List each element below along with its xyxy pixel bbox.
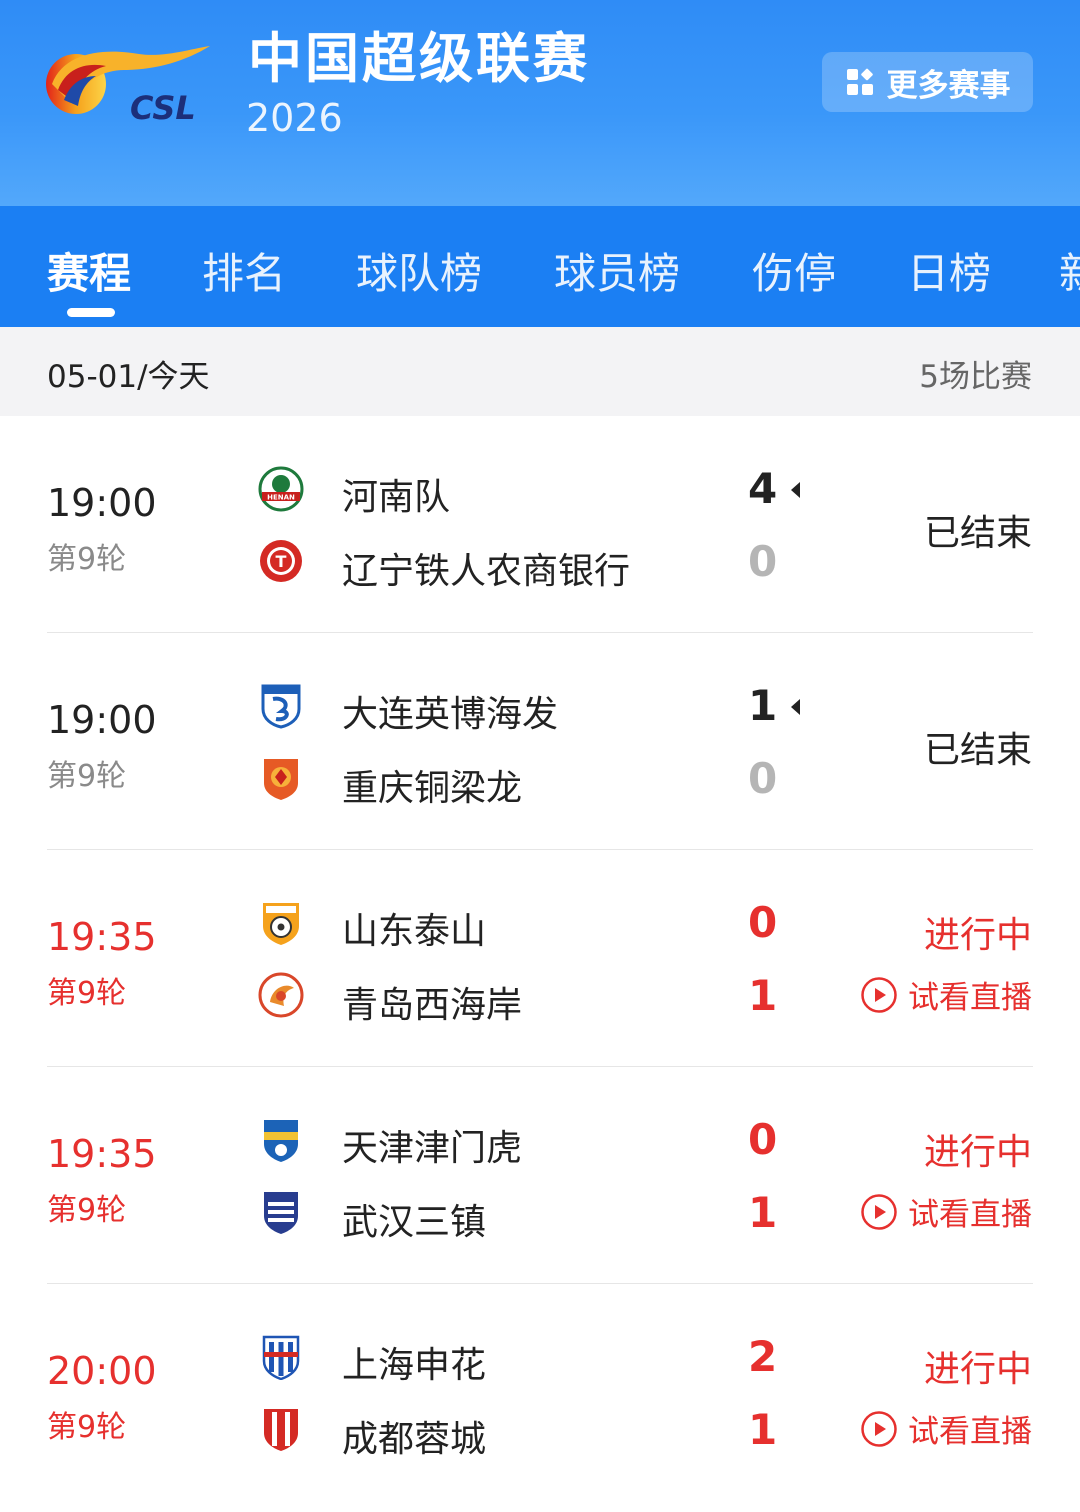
match-time: 20:00 bbox=[47, 1349, 157, 1393]
home-team-name: 天津津门虎 bbox=[342, 1128, 523, 1169]
away-team-name: 青岛西海岸 bbox=[342, 985, 523, 1026]
csl-logo-icon: CSL bbox=[46, 46, 210, 126]
winner-arrow-icon bbox=[791, 699, 800, 715]
home-score: 0 bbox=[748, 898, 778, 947]
match-time: 19:00 bbox=[47, 698, 157, 742]
liaoning-badge-icon: T bbox=[260, 540, 302, 582]
tab-ranking[interactable]: 排名 bbox=[202, 240, 286, 301]
away-score: 1 bbox=[748, 1405, 778, 1454]
watch-live-button[interactable]: 试看直播 bbox=[860, 972, 1032, 1017]
away-score: 1 bbox=[748, 971, 778, 1020]
away-team-name: 辽宁铁人农商银行 bbox=[342, 551, 631, 592]
winner-arrow-icon bbox=[791, 482, 800, 498]
match-row[interactable]: 19:00 第9轮 大连英博海发 重庆铜梁龙 1 0 已结束 bbox=[0, 633, 1080, 850]
away-team-name: 武汉三镇 bbox=[342, 1202, 487, 1243]
match-row[interactable]: 19:00 第9轮 HENAN T 河南队 辽宁铁人农商银行 4 0 已结束 bbox=[0, 416, 1080, 633]
active-tab-indicator bbox=[67, 308, 115, 317]
home-score: 0 bbox=[748, 1115, 778, 1164]
more-competitions-button[interactable]: 更多赛事 bbox=[822, 52, 1033, 112]
away-score: 0 bbox=[748, 754, 778, 803]
match-status: 已结束 bbox=[923, 730, 1032, 771]
more-competitions-label: 更多赛事 bbox=[886, 67, 1011, 104]
match-round: 第9轮 bbox=[47, 976, 127, 1011]
tab-injuries[interactable]: 伤停 bbox=[752, 240, 836, 301]
wuhan-badge-icon bbox=[264, 1192, 298, 1234]
away-team-name: 成都蓉城 bbox=[342, 1419, 487, 1460]
qingdao-badge-icon bbox=[258, 972, 304, 1018]
svg-text:HENAN: HENAN bbox=[267, 494, 295, 502]
match-row[interactable]: 20:00 第9轮 上海申花 成都蓉城 2 1 进行中 试看直播 bbox=[0, 1284, 1080, 1501]
match-count: 5场比赛 bbox=[919, 359, 1032, 395]
svg-text:T: T bbox=[276, 552, 287, 571]
watch-live-button[interactable]: 试看直播 bbox=[860, 1406, 1032, 1451]
match-row[interactable]: 19:35 第9轮 天津津门虎 武汉三镇 0 1 进行中 试看直播 bbox=[0, 1067, 1080, 1284]
match-round: 第9轮 bbox=[47, 1193, 127, 1228]
match-round: 第9轮 bbox=[47, 542, 127, 577]
tab-news[interactable]: 新 bbox=[1059, 240, 1080, 301]
home-score: 4 bbox=[748, 464, 778, 513]
match-time: 19:00 bbox=[47, 481, 157, 525]
tianjin-badge-icon bbox=[264, 1120, 298, 1162]
chengdu-badge-icon bbox=[264, 1409, 298, 1451]
play-circle-icon bbox=[861, 1193, 897, 1230]
home-team-name: 大连英博海发 bbox=[342, 694, 559, 735]
match-status: 进行中 bbox=[923, 1349, 1032, 1390]
watch-live-label: 试看直播 bbox=[908, 980, 1032, 1016]
tab-schedule[interactable]: 赛程 bbox=[47, 240, 131, 301]
watch-live-button[interactable]: 试看直播 bbox=[860, 1189, 1032, 1234]
play-circle-icon bbox=[861, 976, 897, 1013]
home-score: 2 bbox=[748, 1332, 778, 1381]
away-score: 1 bbox=[748, 1188, 778, 1237]
date-bar: 05-01/今天 5场比赛 bbox=[0, 327, 1080, 416]
home-team-name: 山东泰山 bbox=[342, 911, 487, 952]
tab-player-stats[interactable]: 球员榜 bbox=[554, 240, 680, 301]
match-time: 19:35 bbox=[47, 1132, 157, 1176]
shanghai-badge-icon bbox=[262, 1335, 300, 1380]
play-circle-icon bbox=[861, 1410, 897, 1447]
match-date: 05-01/今天 bbox=[47, 359, 210, 395]
dalian-badge-icon bbox=[261, 684, 301, 729]
grid-icon bbox=[846, 68, 873, 95]
league-header: CSL 中国超级联赛 2026 更多赛事 bbox=[0, 0, 1080, 206]
match-round: 第9轮 bbox=[47, 1410, 127, 1445]
tab-daily-ranking[interactable]: 日榜 bbox=[907, 240, 991, 301]
henan-badge-icon: HENAN bbox=[258, 466, 304, 512]
tab-bar: 赛程 排名 球队榜 球员榜 伤停 日榜 新 bbox=[0, 206, 1080, 327]
match-round: 第9轮 bbox=[47, 759, 127, 794]
match-row[interactable]: 19:35 第9轮 山东泰山 青岛西海岸 0 1 进行中 试看直播 bbox=[0, 850, 1080, 1067]
home-score: 1 bbox=[748, 681, 778, 730]
away-score: 0 bbox=[748, 537, 778, 586]
svg-text:CSL: CSL bbox=[130, 89, 196, 126]
chongqing-badge-icon bbox=[264, 759, 298, 800]
league-title: 中国超级联赛 bbox=[248, 27, 590, 90]
shandong-badge-icon bbox=[263, 903, 299, 945]
match-time: 19:35 bbox=[47, 915, 157, 959]
watch-live-label: 试看直播 bbox=[908, 1414, 1032, 1450]
match-status: 已结束 bbox=[923, 513, 1032, 554]
watch-live-label: 试看直播 bbox=[908, 1197, 1032, 1233]
away-team-name: 重庆铜梁龙 bbox=[342, 768, 523, 809]
match-status: 进行中 bbox=[923, 915, 1032, 956]
tab-team-stats[interactable]: 球队榜 bbox=[356, 240, 482, 301]
home-team-name: 河南队 bbox=[342, 477, 451, 518]
match-status: 进行中 bbox=[923, 1132, 1032, 1173]
home-team-name: 上海申花 bbox=[342, 1345, 487, 1386]
league-season: 2026 bbox=[246, 96, 343, 140]
